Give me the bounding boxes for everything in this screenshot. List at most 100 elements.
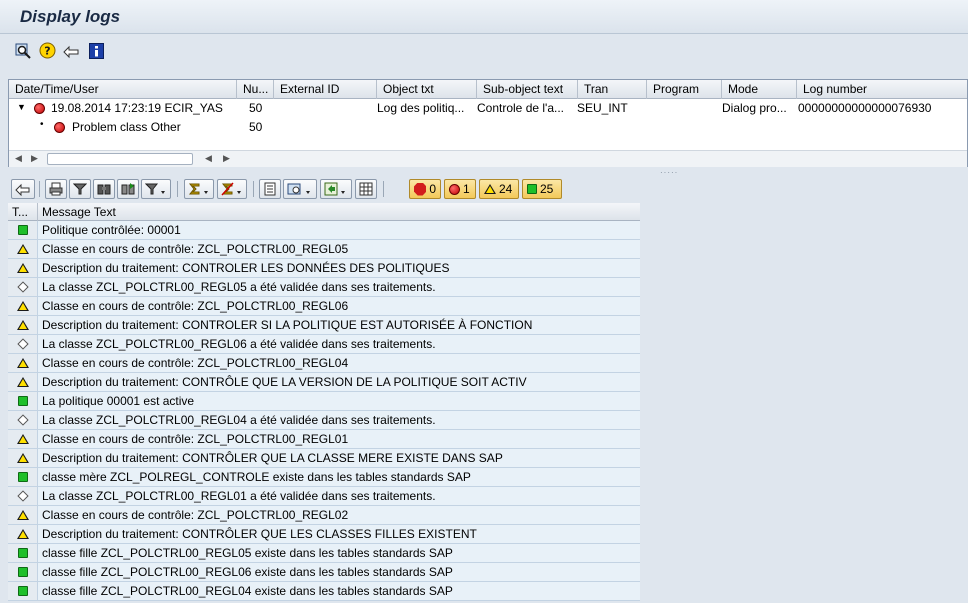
message-type-cell [8,392,38,410]
message-row[interactable]: Classe en cours de contrôle: ZCL_POLCTRL… [8,430,640,449]
message-text: La classe ZCL_POLCTRL00_REGL05 a été val… [38,278,640,296]
error-status-icon [54,122,65,133]
sum-dropdown[interactable] [184,179,214,199]
success-icon [17,472,28,482]
col-program[interactable]: Program [647,80,722,99]
col-type[interactable]: T... [8,203,38,221]
message-row[interactable]: La classe ZCL_POLCTRL00_REGL06 a été val… [8,335,640,354]
print-icon[interactable] [45,179,67,199]
stop-count: 0 [429,182,436,196]
message-row[interactable]: Description du traitement: CONTRÔLER QUE… [8,525,640,544]
message-text: classe fille ZCL_POLCTRL00_REGL04 existe… [38,582,640,600]
message-text: La classe ZCL_POLCTRL00_REGL04 a été val… [38,411,640,429]
col-object-txt[interactable]: Object txt [377,80,477,99]
message-row[interactable]: Description du traitement: CONTROLER LES… [8,259,640,278]
binoculars-icon[interactable] [93,179,115,199]
warning-icon [16,434,29,444]
col-external-id[interactable]: External ID [274,80,377,99]
print-preview-icon[interactable] [259,179,281,199]
message-type-cell [8,316,38,334]
message-row[interactable]: Classe en cours de contrôle: ZCL_POLCTRL… [8,297,640,316]
warning-icon [484,184,496,194]
message-row[interactable]: Description du traitement: CONTRÔLER QUE… [8,449,640,468]
message-row[interactable]: La classe ZCL_POLCTRL00_REGL01 a été val… [8,487,640,506]
warning-icon [16,358,29,368]
message-text: Classe en cours de contrôle: ZCL_POLCTRL… [38,297,640,315]
message-row[interactable]: Politique contrôlée: 00001 [8,221,640,240]
col-log-number[interactable]: Log number [797,80,967,99]
message-type-cell [8,506,38,524]
message-text: Description du traitement: CONTROLER SI … [38,316,640,334]
expand-arrow-icon[interactable]: ▼ [17,102,26,112]
message-row[interactable]: La classe ZCL_POLCTRL00_REGL05 a été val… [8,278,640,297]
message-row[interactable]: Classe en cours de contrôle: ZCL_POLCTRL… [8,354,640,373]
success-icon [17,586,28,596]
message-row[interactable]: Description du traitement: CONTRÔLE QUE … [8,373,640,392]
col-subobject-txt[interactable]: Sub-object text [477,80,578,99]
col-number[interactable]: Nu... [237,80,274,99]
svg-text:?: ? [44,45,50,58]
info-diamond-icon [16,490,29,502]
message-type-cell [8,259,38,277]
message-type-cell [8,335,38,353]
col-tran[interactable]: Tran [578,80,647,99]
info-icon[interactable] [87,42,105,59]
message-row[interactable]: La classe ZCL_POLCTRL00_REGL04 a été val… [8,411,640,430]
find-icon[interactable] [14,42,32,59]
tree-subobject-txt: Controle de l'a... [477,101,565,115]
help-icon[interactable]: ? [38,42,56,59]
message-text: Classe en cours de contrôle: ZCL_POLCTRL… [38,354,640,372]
message-row[interactable]: Classe en cours de contrôle: ZCL_POLCTRL… [8,506,640,525]
tree-horizontal-scrollbar[interactable]: ◀ ▶ ◀ ▶ [9,150,967,167]
message-row[interactable]: classe fille ZCL_POLCTRL00_REGL06 existe… [8,563,640,582]
back-icon[interactable] [62,42,80,59]
warning-icon [16,510,29,520]
set-filter-dropdown[interactable] [141,179,171,199]
layout-grid-icon[interactable] [355,179,377,199]
success-icon [17,548,28,558]
message-text: La classe ZCL_POLCTRL00_REGL06 a été val… [38,335,640,353]
warning-icon [16,244,29,254]
col-datetime-user[interactable]: Date/Time/User [9,80,237,99]
scroll-left-icon[interactable]: ◀ [15,153,22,164]
message-row[interactable]: classe fille ZCL_POLCTRL00_REGL04 existe… [8,582,640,601]
views-dropdown[interactable] [283,179,317,199]
message-row[interactable]: classe fille ZCL_POLCTRL00_REGL05 existe… [8,544,640,563]
error-count-button[interactable]: 1 [444,179,476,199]
info-diamond-icon [16,414,29,426]
page-title: Display logs [20,7,121,26]
col-mode[interactable]: Mode [722,80,797,99]
col-message-text[interactable]: Message Text [38,203,640,221]
back-button[interactable] [11,179,35,199]
error-status-icon [34,103,45,114]
message-grid: T... Message Text Politique contrôlée: 0… [8,203,968,603]
message-row[interactable]: Classe en cours de contrôle: ZCL_POLCTRL… [8,240,640,259]
subtotal-dropdown[interactable] [217,179,247,199]
scroll-left-icon[interactable]: ◀ [205,153,212,164]
panel-splitter[interactable]: ····· [0,167,968,177]
scroll-thumb[interactable] [47,153,193,165]
message-type-cell [8,297,38,315]
message-row[interactable]: La politique 00001 est active [8,392,640,411]
warning-icon [16,529,29,539]
success-icon [17,567,28,577]
tree-problem-class: Problem class Other [72,120,181,134]
export-dropdown[interactable] [320,179,352,199]
success-count-button[interactable]: 25 [522,179,562,199]
warning-count-button[interactable]: 24 [479,179,519,199]
find-next-icon[interactable] [117,179,139,199]
tree-row[interactable]: • Problem class Other 50 [9,118,967,137]
warning-count: 24 [499,182,513,196]
message-text: Politique contrôlée: 00001 [38,221,640,239]
message-type-cell [8,487,38,505]
tree-number: 50 [249,120,263,134]
scroll-right-icon[interactable]: ▶ [31,153,38,164]
message-toolbar: 0 1 24 25 [8,177,968,201]
stop-count-button[interactable]: 0 [409,179,441,199]
message-text: Description du traitement: CONTRÔLE QUE … [38,373,640,391]
filter-icon[interactable] [69,179,91,199]
tree-row[interactable]: ▼ 19.08.2014 17:23:19 ECIR_YAS 50 Log de… [9,99,967,118]
message-row[interactable]: Description du traitement: CONTROLER SI … [8,316,640,335]
scroll-right-icon[interactable]: ▶ [223,153,230,164]
message-row[interactable]: classe mère ZCL_POLREGL_CONTROLE existe … [8,468,640,487]
